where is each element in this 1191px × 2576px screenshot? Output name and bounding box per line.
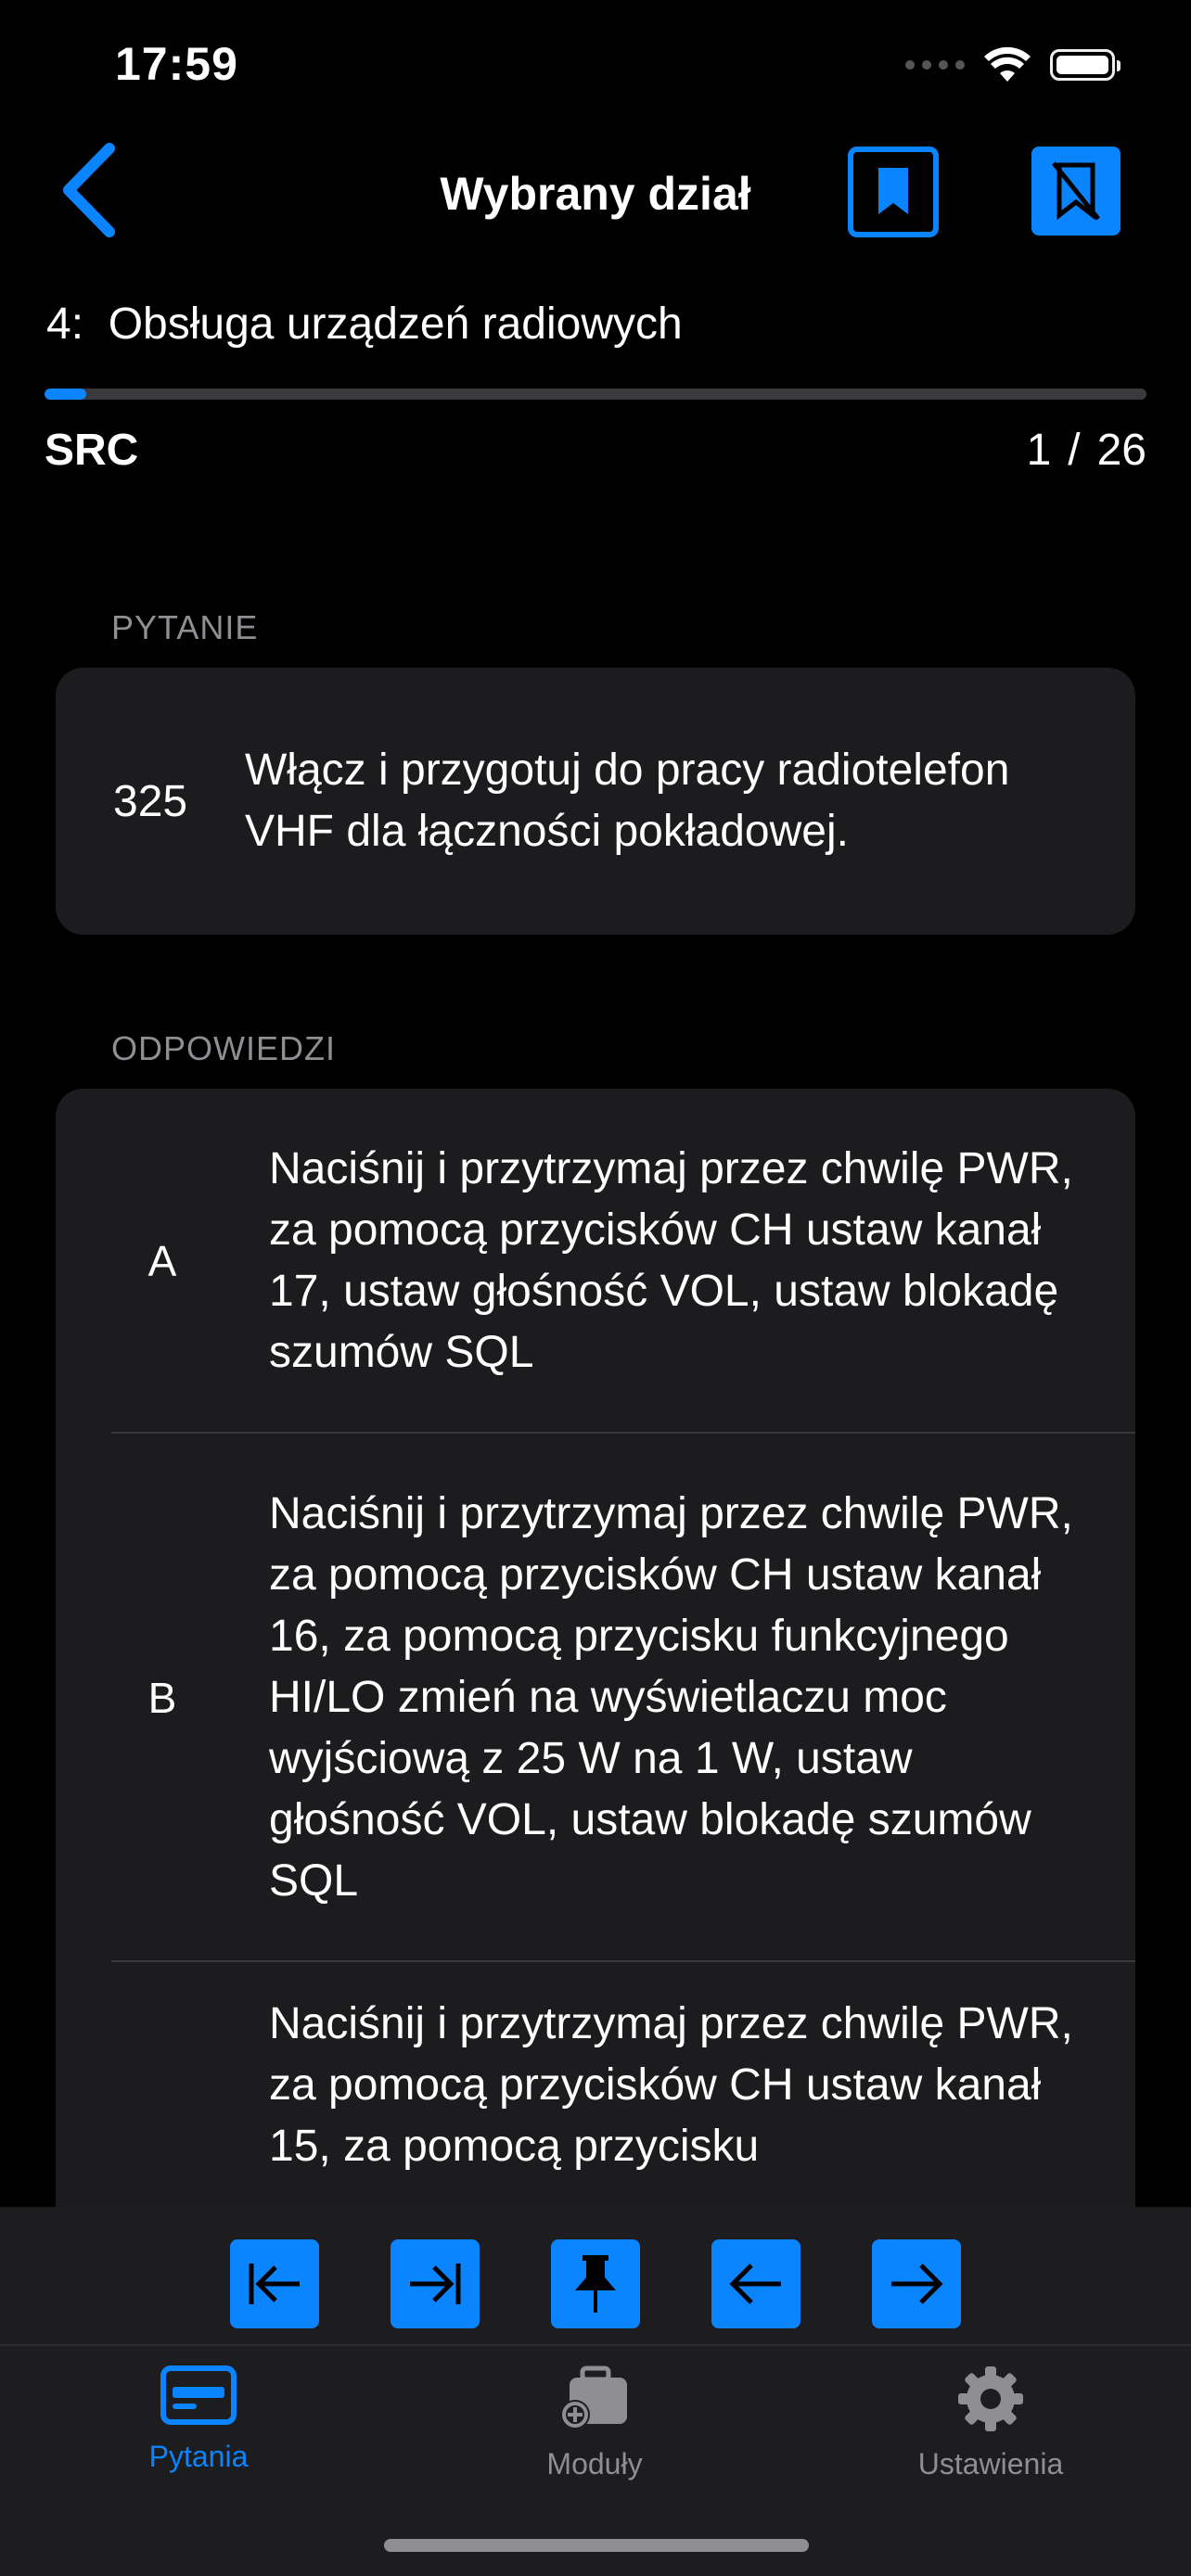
counter-total: 26 xyxy=(1096,426,1146,475)
arrow-left-icon xyxy=(729,2264,781,2304)
question-text: Włącz i przygotuj do pracy radiotelefon … xyxy=(245,746,1010,856)
briefcase-add-icon xyxy=(560,2366,627,2429)
bookmark-slash-icon xyxy=(1052,161,1100,221)
tab-label: Moduły xyxy=(546,2447,643,2480)
bookmark-button[interactable] xyxy=(848,147,939,237)
answers-card: A Naciśnij i przytrzymaj przez chwilę PW… xyxy=(56,1089,1135,2294)
tab-moduly[interactable]: Moduły xyxy=(474,2365,715,2481)
home-indicator xyxy=(384,2539,809,2552)
tab-ustawienia[interactable]: Ustawienia xyxy=(870,2365,1111,2481)
card-icon xyxy=(160,2366,237,2425)
progress-bar xyxy=(45,389,1146,400)
tab-pytania[interactable]: Pytania xyxy=(78,2365,319,2474)
question-row: 325 Włącz i przygotuj do pracy radiotele… xyxy=(56,668,1135,935)
previous-question-button[interactable] xyxy=(711,2239,800,2328)
counter-current: 1 xyxy=(1026,426,1052,475)
question-navigation-toolbar xyxy=(0,2207,1191,2344)
gear-icon xyxy=(958,2366,1023,2431)
battery-icon xyxy=(1050,49,1121,81)
question-counter: 1 / 26 xyxy=(1027,425,1146,476)
section-number: 4: xyxy=(46,300,84,349)
status-indicators xyxy=(905,46,1121,83)
pin-icon xyxy=(575,2255,616,2313)
section-title: 4: Obsługa urządzeń radiowych xyxy=(46,299,683,350)
pin-button[interactable] xyxy=(551,2239,640,2328)
answer-letter: B xyxy=(147,1674,177,1722)
screen: 17:59 Wybrany dział 4: Obsługa urządzeń … xyxy=(0,0,1191,2576)
answer-option-a[interactable]: A Naciśnij i przytrzymaj przez chwilę PW… xyxy=(56,1089,1135,1434)
arrow-to-end-icon xyxy=(410,2264,461,2304)
answer-option-b[interactable]: B Naciśnij i przytrzymaj przez chwilę PW… xyxy=(56,1434,1135,1962)
answer-text: Naciśnij i przytrzymaj przez chwilę PWR,… xyxy=(269,1489,1073,1906)
arrow-right-icon xyxy=(891,2264,943,2304)
answer-text: Naciśnij i przytrzymaj przez chwilę PWR,… xyxy=(269,1144,1073,1377)
counter-separator: / xyxy=(1068,426,1081,475)
section-name: Obsługa urządzeń radiowych xyxy=(108,300,683,349)
question-card: 325 Włącz i przygotuj do pracy radiotele… xyxy=(56,668,1135,935)
answer-letter: A xyxy=(147,1237,177,1285)
answer-text: Naciśnij i przytrzymaj przez chwilę PWR,… xyxy=(269,1999,1073,2171)
remove-bookmark-button[interactable] xyxy=(1031,147,1121,236)
question-header: PYTANIE xyxy=(111,608,259,646)
question-number: 325 xyxy=(113,776,188,826)
cellular-signal-icon xyxy=(905,60,965,70)
tab-label: Pytania xyxy=(148,2440,249,2473)
answers-header: ODPOWIEDZI xyxy=(111,1029,336,1067)
status-time: 17:59 xyxy=(115,38,238,90)
progress-fill xyxy=(45,389,87,400)
arrow-to-start-icon xyxy=(249,2264,300,2304)
category-label: SRC xyxy=(45,426,139,475)
next-question-button[interactable] xyxy=(872,2239,961,2328)
first-question-button[interactable] xyxy=(230,2239,319,2328)
wifi-icon xyxy=(984,46,1031,82)
bookmark-icon xyxy=(878,168,908,214)
page-title: Wybrany dział xyxy=(440,168,751,220)
tab-label: Ustawienia xyxy=(917,2447,1064,2480)
last-question-button[interactable] xyxy=(391,2239,480,2328)
